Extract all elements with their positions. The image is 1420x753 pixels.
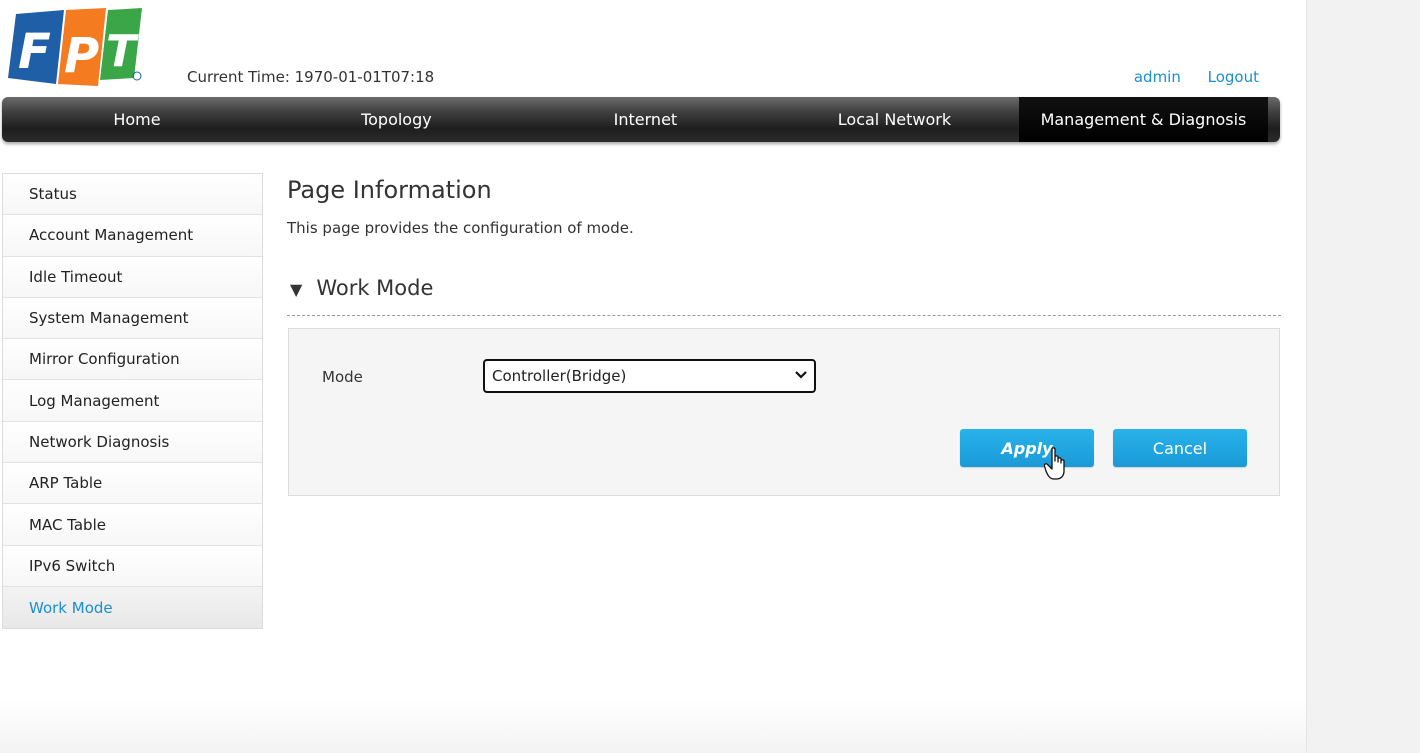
sidebar-item-account-management[interactable]: Account Management [3, 215, 262, 257]
logout-link[interactable]: Logout [1208, 68, 1259, 86]
user-links: admin Logout [1112, 68, 1259, 86]
page-description: This page provides the configuration of … [287, 219, 634, 237]
sidebar-item-system-management[interactable]: System Management [3, 297, 262, 340]
sidebar-item-idle-timeout[interactable]: Idle Timeout [3, 256, 262, 298]
section-title: Work Mode [316, 276, 434, 300]
apply-button[interactable]: Apply [960, 429, 1094, 467]
window-edge [1306, 0, 1420, 753]
section-header-work-mode[interactable]: ▼ Work Mode [287, 276, 1281, 316]
work-mode-panel: Mode Controller(Bridge) Apply Cancel [288, 328, 1280, 496]
svg-text:F: F [18, 24, 51, 80]
bottom-shade [0, 700, 1306, 753]
admin-link[interactable]: admin [1134, 68, 1181, 86]
mode-select-value: Controller(Bridge) [492, 367, 627, 385]
top-nav: Home Topology Internet Local Network Man… [2, 97, 1280, 142]
sidebar-item-log-management[interactable]: Log Management [3, 380, 262, 422]
cancel-button[interactable]: Cancel [1113, 429, 1247, 467]
svg-text:T: T [106, 26, 139, 77]
sidebar-item-status[interactable]: Status [3, 174, 262, 216]
chevron-down-icon [795, 371, 807, 379]
tab-local-network[interactable]: Local Network [770, 97, 1019, 142]
tab-home[interactable]: Home [2, 97, 272, 142]
collapse-triangle-icon[interactable]: ▼ [290, 280, 302, 299]
tab-topology[interactable]: Topology [272, 97, 521, 142]
sidebar-item-arp-table[interactable]: ARP Table [3, 463, 262, 505]
sidebar-item-mac-table[interactable]: MAC Table [3, 504, 262, 546]
sidebar-item-work-mode[interactable]: Work Mode [3, 586, 262, 629]
current-time: Current Time: 1970-01-01T07:18 [187, 68, 435, 86]
svg-text:P: P [64, 28, 99, 84]
sidebar-item-network-diagnosis[interactable]: Network Diagnosis [3, 421, 262, 464]
hand-pointer-cursor-icon [1044, 447, 1065, 480]
mode-select[interactable]: Controller(Bridge) [483, 359, 816, 393]
sidebar: Status Account Management Idle Timeout S… [2, 173, 263, 630]
sidebar-item-ipv6-switch[interactable]: IPv6 Switch [3, 545, 262, 587]
tab-management-diagnosis[interactable]: Management & Diagnosis [1018, 97, 1268, 142]
page-title: Page Information [287, 176, 492, 204]
sidebar-item-mirror-configuration[interactable]: Mirror Configuration [3, 339, 262, 381]
fpt-logo: F P T [6, 6, 146, 90]
mode-label: Mode [322, 368, 363, 386]
tab-internet[interactable]: Internet [521, 97, 770, 142]
